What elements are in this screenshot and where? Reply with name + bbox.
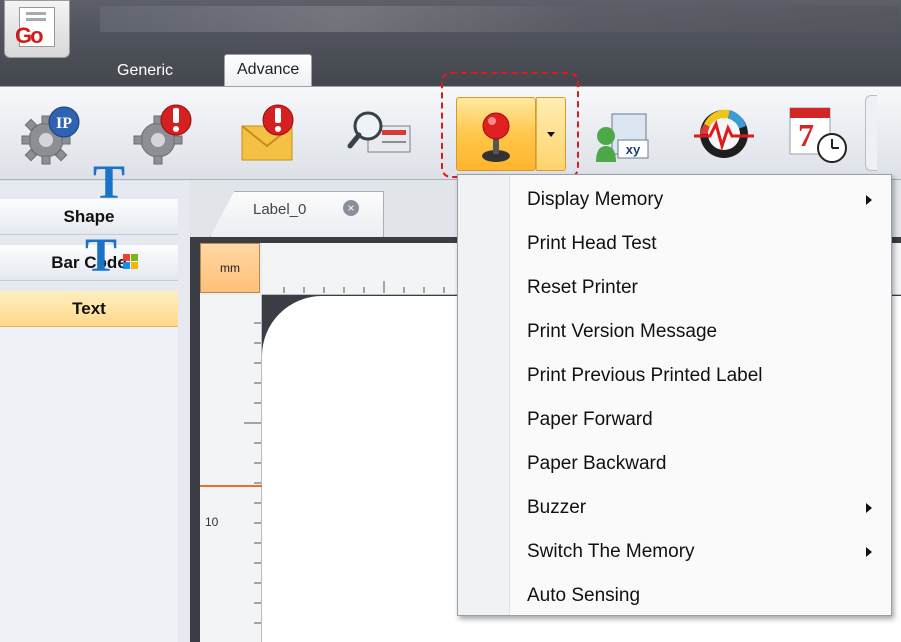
windows-font-text-tool[interactable]: T [85, 228, 138, 283]
vertical-ruler-ticks [244, 322, 261, 624]
menu-item-label: Buzzer [527, 497, 587, 518]
mail-alert-icon[interactable] [238, 102, 308, 168]
gear-ip-icon[interactable]: IP [18, 102, 88, 168]
menu-item-switch-memory[interactable]: Switch The Memory [458, 529, 891, 573]
windows-font-text-glyph: T [85, 229, 118, 282]
document-tab-label: Label_0 [253, 201, 307, 218]
menu-item-label: Print Head Test [527, 233, 657, 254]
vertical-ruler [200, 295, 262, 642]
highlight-annotation [441, 72, 579, 178]
menu-item-print-head-test[interactable]: Print Head Test [458, 221, 891, 265]
calendar-day: 7 [798, 117, 814, 153]
menu-item-label: Display Memory [527, 189, 664, 210]
menu-item-label: Paper Backward [527, 453, 667, 474]
calendar-clock-icon[interactable]: 7 [786, 102, 856, 168]
menu-item-label: Switch The Memory [527, 541, 695, 562]
xy-map-icon[interactable]: xy [588, 102, 658, 168]
submenu-arrow-icon [866, 195, 872, 205]
tab-generic[interactable]: Generic [105, 58, 185, 86]
menu-item-reset-printer[interactable]: Reset Printer [458, 265, 891, 309]
submenu-arrow-icon [866, 547, 872, 557]
menu-item-label: Reset Printer [527, 277, 638, 298]
heartbeat-monitor-icon[interactable] [690, 102, 760, 168]
palette-section-text[interactable]: Text [0, 291, 178, 327]
app-logo-text: Go [15, 23, 44, 48]
menu-item-auto-sensing[interactable]: Auto Sensing [458, 573, 891, 617]
palette-items-area [0, 327, 178, 642]
tab-advance[interactable]: Advance [224, 54, 313, 88]
menu-item-label: Paper Forward [527, 409, 653, 430]
title-bar-background [100, 6, 900, 32]
xy-label: xy [626, 142, 641, 157]
search-icon[interactable] [346, 102, 416, 168]
menu-item-paper-backward[interactable]: Paper Backward [458, 441, 891, 485]
close-icon[interactable]: × [343, 200, 359, 216]
menu-item-label: Print Previous Printed Label [527, 365, 763, 386]
ip-label: IP [56, 115, 72, 132]
cursor-position-marker [200, 485, 262, 487]
menu-item-print-version-message[interactable]: Print Version Message [458, 309, 891, 353]
menu-item-buzzer[interactable]: Buzzer [458, 485, 891, 529]
unit-toggle-button[interactable]: mm [200, 243, 260, 293]
menu-item-label: Print Version Message [527, 321, 718, 342]
canvas-gutter [190, 237, 200, 642]
menu-item-label: Auto Sensing [527, 585, 641, 606]
gear-alert-icon[interactable] [130, 102, 200, 168]
windows-logo-icon [123, 254, 138, 269]
menu-item-paper-forward[interactable]: Paper Forward [458, 397, 891, 441]
ruler-label: 10 [205, 515, 219, 529]
text-tool-icon[interactable]: T [93, 155, 125, 210]
menu-item-display-memory[interactable]: Display Memory [458, 177, 891, 221]
menu-item-print-previous-label[interactable]: Print Previous Printed Label [458, 353, 891, 397]
submenu-arrow-icon [866, 503, 872, 513]
ribbon-group-edge [865, 95, 877, 171]
printer-control-menu: Display Memory Print Head Test Reset Pri… [457, 174, 892, 616]
app-logo-button[interactable]: Go [4, 0, 70, 58]
